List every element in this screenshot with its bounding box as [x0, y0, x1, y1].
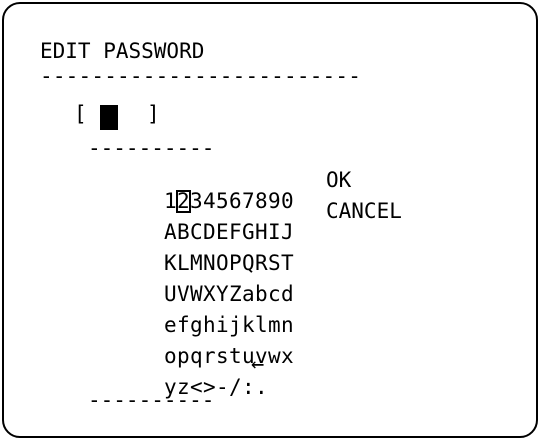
keyboard-top-divider: ----------	[88, 136, 215, 160]
password-field-close-bracket: ]	[147, 102, 160, 126]
character-keyboard: 1234567890 ABCDEFGHIJ KLMNOPQRST UVWXYZa…	[88, 170, 294, 398]
key-x[interactable]: x	[281, 346, 294, 367]
key-w[interactable]: w	[268, 346, 281, 367]
password-edit-screen: EDIT PASSWORD ------------------------- …	[2, 2, 538, 438]
backspace-arrow-icon[interactable]: ←	[251, 354, 264, 376]
key-period[interactable]: .	[255, 377, 268, 398]
key-hyphen[interactable]: -	[216, 377, 229, 398]
ok-button[interactable]: OK	[326, 170, 351, 191]
keyboard-bottom-divider: ----------	[88, 388, 215, 412]
key-colon[interactable]: :	[242, 377, 255, 398]
cancel-button[interactable]: CANCEL	[326, 201, 402, 222]
password-input-cursor[interactable]	[100, 105, 118, 130]
key-slash[interactable]: /	[229, 377, 242, 398]
screen-title: EDIT PASSWORD	[40, 39, 205, 63]
password-field-open-bracket: [	[74, 102, 87, 126]
title-underline: -------------------------	[40, 64, 362, 88]
